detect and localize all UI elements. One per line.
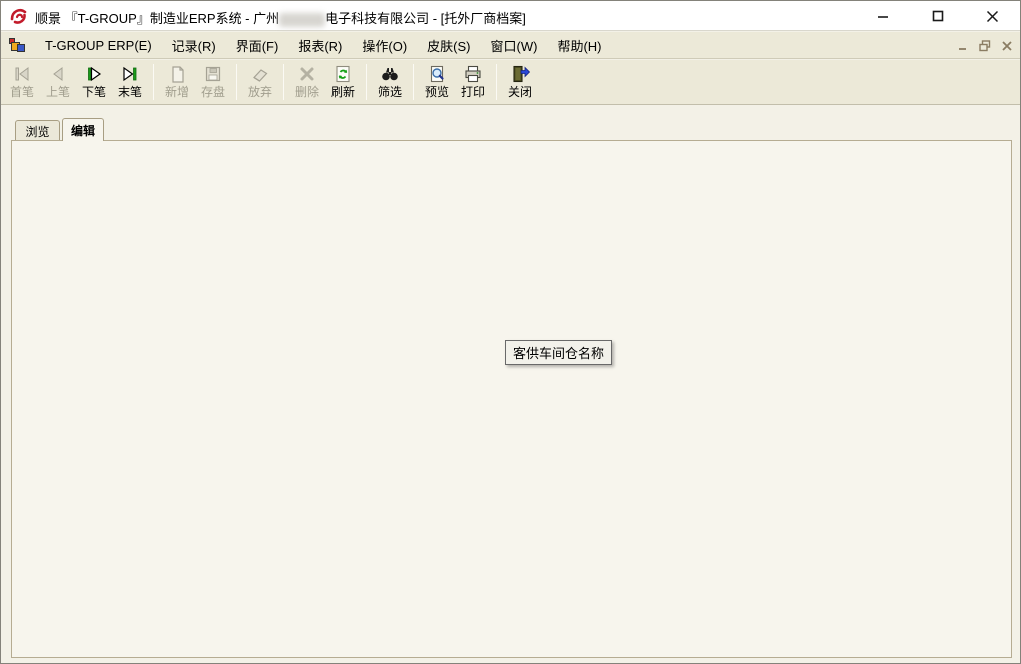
toolbar-separator [236, 64, 237, 100]
tab-edit[interactable]: 编辑 [62, 118, 104, 141]
titlebar: 顺景 『T-GROUP』制造业ERP系统 - 广州电子科技有限公司 - [托外厂… [1, 1, 1020, 31]
toolbar-new-button[interactable]: 新增 [160, 62, 194, 103]
mdi-close-button[interactable] [1000, 39, 1014, 53]
toolbar-delete-button[interactable]: 删除 [290, 62, 324, 103]
toolbar-last-button[interactable]: 末笔 [113, 62, 147, 103]
toolbar-separator [153, 64, 154, 100]
toolbar-next-button[interactable]: 下笔 [77, 62, 111, 103]
toolbar-filter-button[interactable]: 筛选 [373, 62, 407, 103]
menu-item-records[interactable]: 记录(R) [162, 32, 226, 59]
toolbar-separator [283, 64, 284, 100]
toolbar-prev-button[interactable]: 上笔 [41, 62, 75, 103]
toolbar-separator [496, 64, 497, 100]
toolbar-save-button[interactable]: 存盘 [196, 62, 230, 103]
toolbar-close-button[interactable]: 关闭 [503, 62, 537, 103]
delete-x-icon [296, 63, 318, 85]
maximize-button[interactable] [910, 1, 965, 31]
menu-item-reports[interactable]: 报表(R) [288, 32, 352, 59]
toolbar-refresh-button[interactable]: 刷新 [326, 62, 360, 103]
menu-item-operations[interactable]: 操作(O) [352, 32, 417, 59]
edit-tab-panel [11, 140, 1012, 658]
toolbar-print-button[interactable]: 打印 [456, 62, 490, 103]
maximize-icon [931, 9, 945, 23]
toolbar-first-button[interactable]: 首笔 [5, 62, 39, 103]
window-title: 顺景 『T-GROUP』制造业ERP系统 - 广州电子科技有限公司 - [托外厂… [35, 8, 526, 27]
print-preview-icon [426, 63, 448, 85]
menu-item-skins[interactable]: 皮肤(S) [417, 32, 480, 59]
toolbar-preview-button[interactable]: 预览 [420, 62, 454, 103]
menu-item-window[interactable]: 窗口(W) [481, 32, 548, 59]
previous-record-icon [47, 63, 69, 85]
binoculars-icon [379, 63, 401, 85]
mdi-close-icon [1002, 41, 1012, 51]
toolbar-discard-button[interactable]: 放弃 [243, 62, 277, 103]
mdi-minimize-icon [958, 41, 968, 51]
mdi-restore-button[interactable] [978, 39, 992, 53]
next-record-icon [83, 63, 105, 85]
redacted-company-name [279, 13, 325, 27]
save-floppy-icon [202, 63, 224, 85]
app-window: 顺景 『T-GROUP』制造业ERP系统 - 广州电子科技有限公司 - [托外厂… [0, 0, 1021, 664]
close-icon [985, 9, 1000, 24]
tab-browse[interactable]: 浏览 [15, 120, 60, 141]
client-area: 浏览 编辑 [1, 105, 1020, 664]
tooltip: 客供车间仓名称 [505, 340, 612, 365]
mdi-window-controls [956, 32, 1014, 59]
menu-item-ui[interactable]: 界面(F) [226, 32, 289, 59]
toolbar-separator [366, 64, 367, 100]
first-record-icon [11, 63, 33, 85]
exit-door-icon [509, 63, 531, 85]
eraser-icon [249, 63, 271, 85]
minimize-icon [876, 9, 890, 23]
mdi-restore-icon [979, 40, 991, 52]
window-controls [855, 1, 1020, 31]
toolbar: 首笔 上笔 下笔 末笔 新增 存盘 放弃 删除 [1, 60, 1020, 105]
minimize-button[interactable] [855, 1, 910, 31]
mdi-document-icon [9, 37, 25, 53]
last-record-icon [119, 63, 141, 85]
menu-item-tgroup-erp[interactable]: T-GROUP ERP(E) [35, 34, 162, 57]
close-button[interactable] [965, 1, 1020, 31]
menu-item-help[interactable]: 帮助(H) [547, 32, 611, 59]
toolbar-separator [413, 64, 414, 100]
printer-icon [462, 63, 484, 85]
mdi-minimize-button[interactable] [956, 39, 970, 53]
refresh-icon [332, 63, 354, 85]
menubar: T-GROUP ERP(E) 记录(R) 界面(F) 报表(R) 操作(O) 皮… [1, 32, 1020, 59]
new-document-icon [166, 63, 188, 85]
app-logo-icon [9, 6, 29, 26]
